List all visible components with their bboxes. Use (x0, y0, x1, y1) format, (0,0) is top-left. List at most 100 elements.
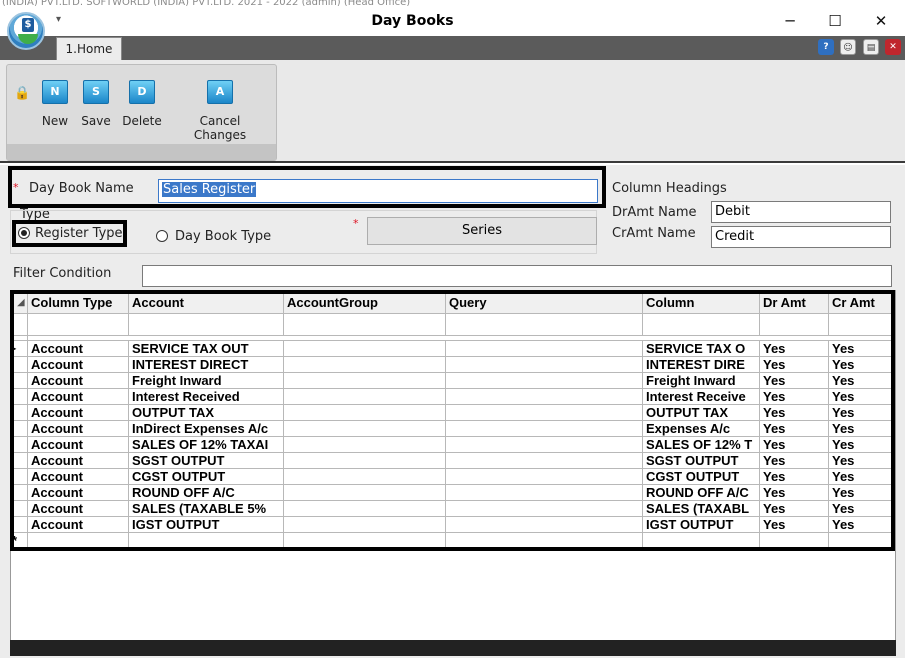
account-group-cell[interactable] (283, 372, 446, 389)
new-row-cell[interactable] (27, 532, 129, 549)
column-type-cell[interactable]: Account (27, 372, 129, 389)
column-cell[interactable]: OUTPUT TAX (642, 404, 760, 421)
new-button[interactable]: N New (38, 80, 72, 130)
column-type-cell[interactable]: Account (27, 404, 129, 421)
column-cell[interactable]: IGST OUTPUT (642, 516, 760, 533)
day-book-type-label[interactable]: Day Book Type (175, 229, 271, 244)
query-cell[interactable] (445, 500, 643, 517)
cr-amt-cell[interactable]: Yes (828, 468, 895, 485)
column-cell[interactable]: SALES OF 12% T (642, 436, 760, 453)
dr-amt-cell[interactable]: Yes (759, 404, 829, 421)
account-cell[interactable]: ROUND OFF A/C (128, 484, 284, 501)
table-row[interactable]: ▸ Account SERVICE TAX OUT SERVICE TAX O Yes Y… (11, 340, 895, 357)
table-row[interactable]: Account ROUND OFF A/C ROUND OFF A/C Yes Yes (11, 484, 895, 501)
select-all-corner-icon[interactable]: ◢ (11, 291, 28, 314)
day-book-name-input[interactable]: Sales Register (158, 179, 598, 203)
query-cell[interactable] (445, 372, 643, 389)
table-row[interactable]: Account IGST OUTPUT IGST OUTPUT Yes Yes (11, 516, 895, 533)
series-button[interactable]: Series (367, 217, 597, 245)
filter-cell[interactable] (642, 313, 760, 336)
query-cell[interactable] (445, 420, 643, 437)
query-cell[interactable] (445, 388, 643, 405)
table-row[interactable]: Account SALES OF 12% TAXAI SALES OF 12% TY… (11, 436, 895, 453)
account-group-cell[interactable] (283, 452, 446, 469)
new-row[interactable]: * (11, 532, 895, 549)
row-selector[interactable] (11, 484, 28, 501)
account-cell[interactable]: Interest Received (128, 388, 284, 405)
column-cell[interactable]: SERVICE TAX O (642, 340, 760, 357)
account-cell[interactable]: SGST OUTPUT (128, 452, 284, 469)
dr-amt-cell[interactable]: Yes (759, 340, 829, 357)
cr-amt-cell[interactable]: Yes (828, 484, 895, 501)
table-row[interactable]: Account InDirect Expenses A/c Expenses A/c… (11, 420, 895, 437)
column-type-cell[interactable]: Account (27, 356, 129, 373)
column-cell[interactable]: Expenses A/c (642, 420, 760, 437)
column-cell[interactable]: SGST OUTPUT (642, 452, 760, 469)
row-selector[interactable] (11, 372, 28, 389)
document-icon[interactable]: ▤ (863, 39, 879, 55)
account-cell[interactable]: InDirect Expenses A/c (128, 420, 284, 437)
table-row[interactable]: Account INTEREST DIRECT INTEREST DIRE Yes Ye… (11, 356, 895, 373)
account-group-cell[interactable] (283, 340, 446, 357)
register-type-label[interactable]: Register Type (35, 226, 123, 241)
filter-cell[interactable] (445, 313, 643, 336)
row-selector[interactable] (11, 436, 28, 453)
row-selector[interactable] (11, 404, 28, 421)
column-cell[interactable]: SALES (TAXABL (642, 500, 760, 517)
dr-amt-cell[interactable]: Yes (759, 468, 829, 485)
dr-amt-cell[interactable]: Yes (759, 436, 829, 453)
column-type-cell[interactable]: Account (27, 436, 129, 453)
cr-amt-cell[interactable]: Yes (828, 452, 895, 469)
column-type-cell[interactable]: Account (27, 484, 129, 501)
account-cell[interactable]: SALES OF 12% TAXAI (128, 436, 284, 453)
account-cell[interactable]: INTEREST DIRECT (128, 356, 284, 373)
row-selector[interactable] (11, 356, 28, 373)
cr-amt-cell[interactable]: Yes (828, 388, 895, 405)
account-cell[interactable]: CGST OUTPUT (128, 468, 284, 485)
account-group-cell[interactable] (283, 420, 446, 437)
cr-amt-cell[interactable]: Yes (828, 500, 895, 517)
column-cell[interactable]: CGST OUTPUT (642, 468, 760, 485)
quick-access-dropdown-icon[interactable]: ▾ (56, 14, 61, 25)
new-row-cell[interactable] (128, 532, 284, 549)
query-cell[interactable] (445, 404, 643, 421)
tab-home[interactable]: 1.Home (56, 37, 122, 61)
dr-amt-cell[interactable]: Yes (759, 484, 829, 501)
account-cell[interactable]: IGST OUTPUT (128, 516, 284, 533)
row-selector[interactable] (11, 468, 28, 485)
dr-amt-cell[interactable]: Yes (759, 452, 829, 469)
filter-cell[interactable] (759, 313, 829, 336)
column-header[interactable]: Column Type (27, 291, 129, 314)
query-cell[interactable] (445, 356, 643, 373)
column-header[interactable]: AccountGroup (283, 291, 446, 314)
account-group-cell[interactable] (283, 468, 446, 485)
new-row-cell[interactable] (283, 532, 446, 549)
row-selector[interactable] (11, 388, 28, 405)
account-group-cell[interactable] (283, 516, 446, 533)
column-header[interactable]: Cr Amt (828, 291, 895, 314)
table-row[interactable]: Account Freight Inward Freight Inward Yes Ye… (11, 372, 895, 389)
new-row-cell[interactable] (828, 532, 895, 549)
query-cell[interactable] (445, 516, 643, 533)
account-cell[interactable]: SERVICE TAX OUT (128, 340, 284, 357)
columns-grid[interactable]: ◢ Column Type Account AccountGroup Query… (10, 290, 896, 656)
account-cell[interactable]: SALES (TAXABLE 5% (128, 500, 284, 517)
column-type-cell[interactable]: Account (27, 500, 129, 517)
column-cell[interactable]: Interest Receive (642, 388, 760, 405)
filter-condition-input[interactable] (142, 265, 892, 287)
help-icon[interactable]: ? (818, 39, 834, 55)
dramt-name-input[interactable]: Debit (711, 201, 891, 223)
row-selector[interactable] (11, 420, 28, 437)
column-type-cell[interactable]: Account (27, 468, 129, 485)
cr-amt-cell[interactable]: Yes (828, 372, 895, 389)
dr-amt-cell[interactable]: Yes (759, 420, 829, 437)
column-header[interactable]: Account (128, 291, 284, 314)
new-row-cell[interactable] (759, 532, 829, 549)
cr-amt-cell[interactable]: Yes (828, 356, 895, 373)
account-group-cell[interactable] (283, 404, 446, 421)
column-type-cell[interactable]: Account (27, 516, 129, 533)
query-cell[interactable] (445, 340, 643, 357)
row-selector[interactable]: ▸ (11, 340, 28, 357)
column-header[interactable]: Query (445, 291, 643, 314)
row-selector[interactable] (11, 516, 28, 533)
